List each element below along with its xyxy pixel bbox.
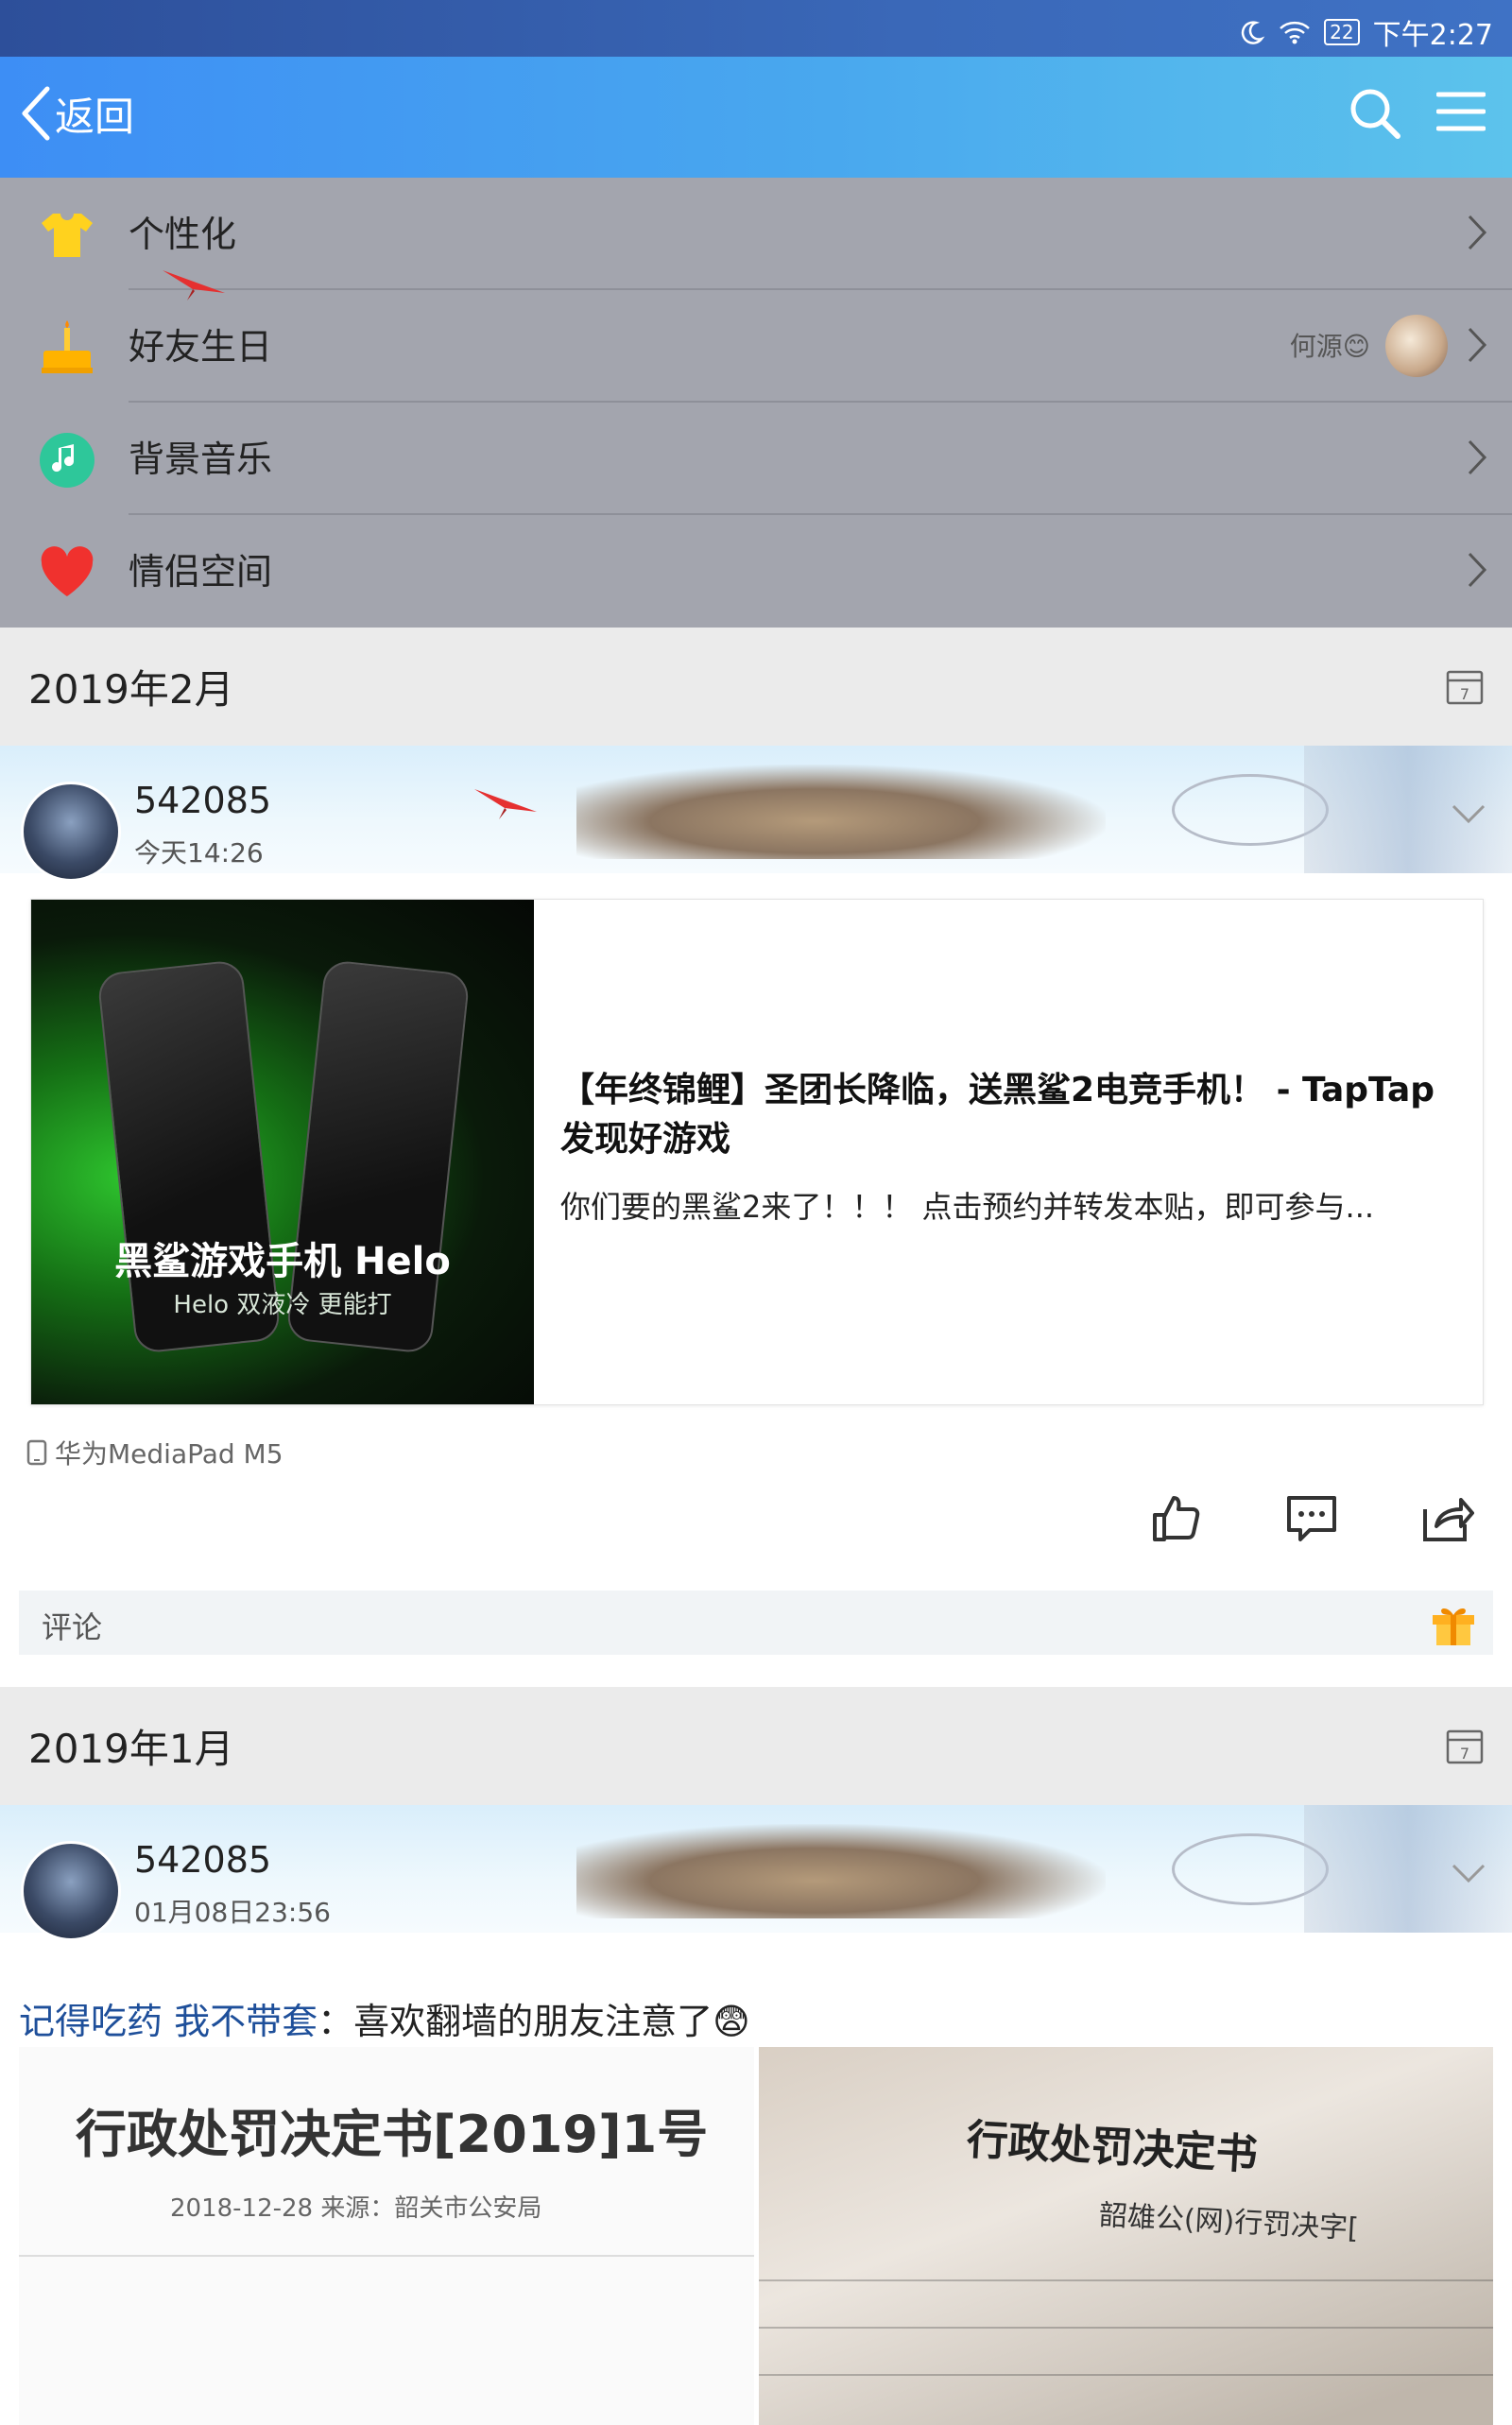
- feed-post: 542085 今天14:26 黑鲨游戏手机 Helo Helo 双液冷 更能打 …: [0, 746, 1512, 1659]
- status-time: 下午2:27: [1372, 19, 1493, 52]
- wifi-icon: [1280, 21, 1311, 44]
- back-label: 返回: [55, 93, 135, 140]
- post-body: ：喜欢翻墙的朋友注意了😨: [318, 2001, 750, 2042]
- section-header-jan-2019: 2019年1月 7: [0, 1687, 1512, 1805]
- avatar[interactable]: [21, 1841, 121, 1941]
- status-icons: 22 下午2:27: [1239, 11, 1493, 53]
- post-device: 华为MediaPad M5: [26, 1434, 284, 1471]
- section-header-feb-2019: 2019年2月 7: [0, 628, 1512, 746]
- document-line: [759, 2279, 1493, 2281]
- document-line: [759, 2327, 1493, 2329]
- image-meta: 2018-12-28 来源：韶关市公安局: [170, 2194, 542, 2223]
- moon-icon: [1242, 21, 1265, 44]
- like-icon[interactable]: [1149, 1492, 1202, 1545]
- search-icon[interactable]: [1347, 85, 1403, 142]
- paper-plane-icon: [474, 789, 537, 819]
- menu-item-background-music[interactable]: 背景音乐: [0, 403, 1512, 515]
- gift-icon[interactable]: [1429, 1598, 1478, 1647]
- music-icon: [40, 433, 94, 488]
- mentioned-user[interactable]: 记得吃药 我不带套: [19, 2001, 318, 2042]
- chevron-down-icon[interactable]: [1450, 802, 1487, 825]
- document-line: [759, 2374, 1493, 2376]
- post-time: 01月08日23:56: [134, 1897, 331, 1928]
- post-image[interactable]: 行政处罚决定书 韶雄公(网)行罚决字[: [759, 2047, 1493, 2425]
- comment-placeholder: 评论: [42, 1609, 103, 1645]
- link-description: 你们要的黑鲨2来了！！！ 点击预约并转发本贴，即可参与...: [560, 1189, 1375, 1225]
- svg-text:7: 7: [1460, 1745, 1469, 1763]
- paper-plane-icon: [163, 270, 225, 301]
- menu-item-label: 个性化: [129, 214, 237, 255]
- comment-icon[interactable]: [1285, 1492, 1338, 1545]
- share-icon[interactable]: [1421, 1492, 1474, 1545]
- menu-item-label: 情侣空间: [129, 551, 273, 593]
- shared-link-card[interactable]: 黑鲨游戏手机 Helo Helo 双液冷 更能打 【年终锦鲤】圣团长降临，送黑鲨…: [30, 899, 1484, 1405]
- device-label: 华为MediaPad M5: [55, 1438, 284, 1470]
- tablet-icon: [26, 1439, 47, 1466]
- menu-item-couple-space[interactable]: 情侣空间: [0, 515, 1512, 628]
- feature-menu: 个性化 好友生日 何源😊 背景音乐 情侣空间: [0, 178, 1512, 628]
- calendar-icon[interactable]: 7: [1446, 667, 1484, 705]
- divider: [19, 2255, 754, 2257]
- chevron-right-icon: [1468, 215, 1487, 250]
- birthday-friend-name: 何源😊: [1289, 331, 1370, 362]
- comment-box[interactable]: 评论: [19, 1591, 1493, 1655]
- heart-icon: [41, 546, 94, 596]
- back-button[interactable]: 返回: [17, 83, 134, 144]
- cat-decoration: [576, 1824, 1106, 1918]
- top-bar: 返回: [0, 57, 1512, 178]
- menu-item-personalize[interactable]: 个性化: [0, 178, 1512, 290]
- menu-item-friend-birthday[interactable]: 好友生日 何源😊: [0, 290, 1512, 403]
- post-username[interactable]: 542085: [134, 1839, 271, 1881]
- battery-icon: 22: [1324, 19, 1360, 45]
- post-text: 记得吃药 我不带套：喜欢翻墙的朋友注意了😨: [19, 1992, 750, 2044]
- post-actions: [0, 1492, 1512, 1558]
- thumbnail-title: 黑鲨游戏手机 Helo: [114, 1240, 451, 1283]
- feed-post: 542085 01月08日23:56 记得吃药 我不带套：喜欢翻墙的朋友注意了😨…: [0, 1805, 1512, 2425]
- avatar[interactable]: [21, 782, 121, 882]
- link-title: 【年终锦鲤】圣团长降临，送黑鲨2电竞手机！ - TapTap 发现好游戏: [560, 1071, 1435, 1159]
- section-title: 2019年2月: [28, 666, 234, 713]
- menu-item-label: 背景音乐: [129, 439, 273, 480]
- post-time: 今天14:26: [134, 837, 264, 869]
- image-heading: 行政处罚决定书[2019]1号: [76, 2105, 709, 2164]
- tshirt-icon: [42, 214, 93, 257]
- avatar: [1385, 315, 1448, 377]
- image-meta: 韶雄公(网)行罚决字[: [1098, 2198, 1360, 2246]
- link-thumbnail: 黑鲨游戏手机 Helo Helo 双液冷 更能打: [31, 900, 534, 1404]
- post-username[interactable]: 542085: [134, 780, 271, 821]
- chevron-right-icon: [1468, 439, 1487, 475]
- post-image[interactable]: 行政处罚决定书[2019]1号 2018-12-28 来源：韶关市公安局: [19, 2047, 754, 2425]
- cake-icon: [42, 320, 93, 373]
- chevron-left-icon: [22, 86, 50, 141]
- chevron-right-icon: [1468, 552, 1487, 588]
- chevron-down-icon[interactable]: [1450, 1862, 1487, 1884]
- svg-text:7: 7: [1460, 685, 1469, 703]
- calendar-icon[interactable]: 7: [1446, 1727, 1484, 1764]
- cat-decoration: [576, 765, 1106, 859]
- status-bar: 22 下午2:27: [0, 0, 1512, 57]
- menu-icon[interactable]: [1436, 87, 1486, 136]
- thumbnail-subtitle: Helo 双液冷 更能打: [173, 1291, 392, 1319]
- chevron-right-icon: [1468, 327, 1487, 363]
- image-heading: 行政处罚决定书: [965, 2115, 1259, 2180]
- section-title: 2019年1月: [28, 1726, 234, 1772]
- menu-item-label: 好友生日: [129, 326, 273, 368]
